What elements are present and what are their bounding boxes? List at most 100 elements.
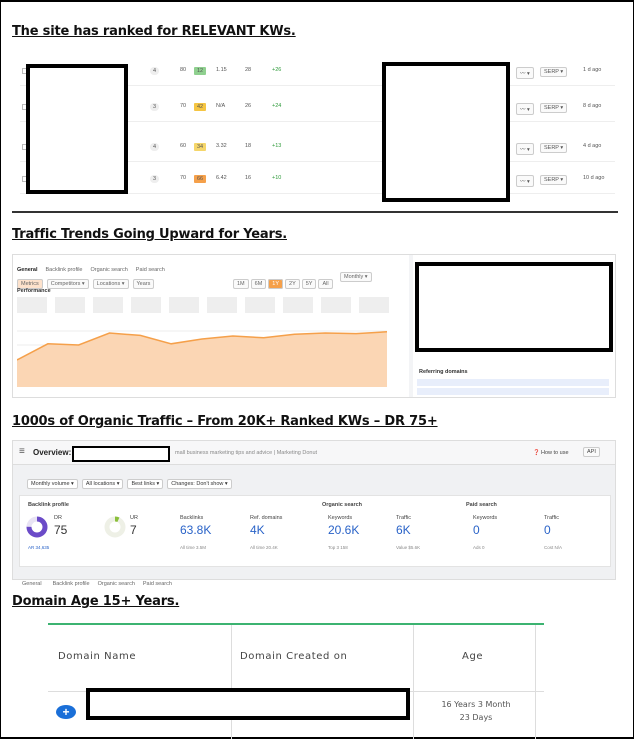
how-to-use-link[interactable]: How to use xyxy=(541,450,569,456)
referring-row xyxy=(417,388,609,395)
ar-value: AR 34,635 xyxy=(28,545,50,550)
range-selector: 1M 6M 1Y 2Y 5Y All xyxy=(233,272,335,290)
redaction-box xyxy=(86,688,410,720)
overview-control[interactable]: Monthly volume ▾ xyxy=(27,479,78,489)
organic-heading: 1000s of Organic Traffic – From 20K+ Ran… xyxy=(12,414,438,429)
redaction-box xyxy=(382,62,510,202)
refdomains-sub: All time 20.4K xyxy=(250,545,278,550)
keywords-value[interactable]: 20.6K xyxy=(328,523,359,537)
expand-plus-icon[interactable]: + xyxy=(56,705,76,719)
backlinks-value[interactable]: 63.8K xyxy=(180,523,211,537)
overview-subtitle: mall business marketing tips and advice … xyxy=(175,450,318,456)
traffic-value: 18 xyxy=(245,143,252,149)
cpc-value: 6.42 xyxy=(216,175,227,181)
serp-button[interactable]: SERP ▾ xyxy=(540,143,568,153)
range-option[interactable]: 5Y xyxy=(301,279,317,289)
trend-icon[interactable]: 〰 ▾ xyxy=(516,143,534,155)
updated-value: 1 d ago xyxy=(583,67,602,73)
position-value: 3 xyxy=(150,175,160,183)
referring-domains-label: Referring domains xyxy=(419,369,468,375)
age-value: 16 Years 3 Month 23 Days xyxy=(426,700,526,722)
overview-tab[interactable]: Organic search xyxy=(98,581,135,587)
redaction-box xyxy=(26,64,128,194)
keywords-heading: The site has ranked for RELEVANT KWs. xyxy=(12,24,296,39)
traffic-sub: Value $5.6K xyxy=(396,545,421,550)
updated-value: 4 d ago xyxy=(583,143,602,149)
dr-label: DR xyxy=(54,515,62,521)
overview-bottom-tabs: General Backlink profile Organic search Pai… xyxy=(19,572,180,590)
kd-value: 12 xyxy=(194,67,207,75)
range-option[interactable]: 1M xyxy=(233,279,249,289)
ur-donut-icon xyxy=(104,516,126,538)
domain-created-header: Domain Created on xyxy=(240,651,348,662)
dr-value: 75 xyxy=(54,523,68,537)
updated-value: 8 d ago xyxy=(583,103,602,109)
referring-row xyxy=(417,379,609,386)
volume-value: 70 xyxy=(180,103,187,109)
paid-keywords-value[interactable]: 0 xyxy=(473,523,480,537)
overview-title: Overview: xyxy=(33,448,72,457)
overview-control[interactable]: All locations ▾ xyxy=(81,479,124,489)
serp-button[interactable]: SERP ▾ xyxy=(540,175,568,185)
traffic-value[interactable]: 6K xyxy=(396,523,411,537)
paid-search-label: Paid search xyxy=(466,502,497,508)
kd-value: 34 xyxy=(194,143,207,151)
menu-icon[interactable]: ≡ xyxy=(19,446,25,457)
kd-value: 42 xyxy=(194,103,207,111)
refdomains-label: Ref. domains xyxy=(250,515,283,521)
serp-button[interactable]: SERP ▾ xyxy=(540,103,568,113)
traffic-value: 28 xyxy=(245,67,252,73)
paid-keywords-label: Keywords xyxy=(473,515,498,521)
traffic-filters: Metrics Competitors ▾ Locations ▾ Years xyxy=(17,272,158,289)
paid-traffic-sub: Cost N/A xyxy=(544,545,563,550)
range-option[interactable]: 6M xyxy=(250,279,267,289)
age-header: Age xyxy=(462,651,484,662)
serp-button[interactable]: SERP ▾ xyxy=(540,67,568,77)
refdomains-value[interactable]: 4K xyxy=(250,523,265,537)
traffic-area xyxy=(17,331,387,387)
range-option[interactable]: 1Y xyxy=(268,279,284,289)
domain-name-header: Domain Name xyxy=(58,651,137,662)
traffic-filter[interactable]: Years xyxy=(132,279,155,289)
help-icon[interactable]: ❓ xyxy=(533,450,540,456)
overview-tab[interactable]: General xyxy=(19,580,45,588)
domain-created-column: Domain Created on xyxy=(232,625,414,739)
position-value: 4 xyxy=(150,67,160,75)
organic-search-label: Organic search xyxy=(322,502,363,508)
domain-age-heading: Domain Age 15+ Years. xyxy=(12,594,180,609)
paid-traffic-value[interactable]: 0 xyxy=(544,523,551,537)
traffic-change: +10 xyxy=(272,175,282,181)
range-option[interactable]: 2Y xyxy=(285,279,300,289)
traffic-filter[interactable]: Competitors ▾ xyxy=(46,279,89,289)
cpc-value: N/A xyxy=(216,103,226,109)
interval-dropdown[interactable]: Monthly ▾ xyxy=(340,272,372,282)
traffic-filter[interactable]: Locations ▾ xyxy=(92,279,129,289)
overview-control[interactable]: Changes: Don't show ▾ xyxy=(167,479,232,489)
traffic-change: +24 xyxy=(272,103,282,109)
overview-tab[interactable]: Backlink profile xyxy=(53,581,90,587)
backlinks-label: Backlinks xyxy=(180,515,204,521)
trend-icon[interactable]: 〰 ▾ xyxy=(516,67,534,79)
cpc-value: 1.15 xyxy=(216,67,227,73)
performance-label: Performance xyxy=(17,288,51,294)
overview-controls: Monthly volume ▾ All locations ▾ Best link… xyxy=(27,472,236,490)
traffic-value: 16 xyxy=(245,175,252,181)
overview-tab[interactable]: Paid search xyxy=(143,581,172,587)
domain-age-table: Domain Name Domain Created on Age + 16 Y… xyxy=(48,623,544,739)
redaction-box xyxy=(415,262,613,352)
api-button[interactable]: API xyxy=(583,447,600,457)
traffic-label: Traffic xyxy=(396,515,411,521)
trend-icon[interactable]: 〰 ▾ xyxy=(516,103,534,115)
overview-control[interactable]: Best links ▾ xyxy=(127,479,164,489)
paid-traffic-label: Traffic xyxy=(544,515,559,521)
paid-keywords-sub: Ads 0 xyxy=(473,545,485,550)
keywords-sub: Top 3 158 xyxy=(328,545,348,550)
trend-icon[interactable]: 〰 ▾ xyxy=(516,175,534,187)
traffic-change: +26 xyxy=(272,67,282,73)
ur-label: UR xyxy=(130,515,138,521)
kd-value: 66 xyxy=(194,175,207,183)
position-value: 4 xyxy=(150,143,160,151)
keywords-label: Keywords xyxy=(328,515,353,521)
backlink-profile-label: Backlink profile xyxy=(28,502,69,508)
range-option[interactable]: All xyxy=(318,279,333,289)
